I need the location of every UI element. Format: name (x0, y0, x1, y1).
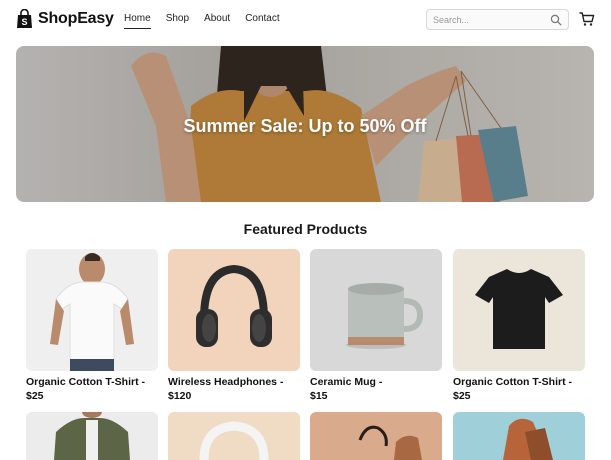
hero-title: Summer Sale: Up to 50% Off (183, 116, 427, 136)
site-header: S ShopEasy Home Shop About Contact (0, 0, 611, 42)
headphones-image (196, 264, 272, 347)
hero-banner[interactable]: Summer Sale: Up to 50% Off (16, 46, 594, 202)
shopping-bag-icon: S (17, 9, 32, 28)
product-price: $120 (168, 390, 192, 402)
product-price: $15 (310, 390, 328, 402)
nav-home[interactable]: Home (124, 13, 151, 29)
tote-bag-image (503, 418, 553, 460)
tshirt-image (475, 269, 563, 349)
bag-image (358, 425, 422, 460)
main-nav: Home Shop About Contact (124, 13, 280, 29)
product-image[interactable] (26, 249, 158, 371)
nav-contact[interactable]: Contact (245, 13, 279, 29)
product-image[interactable] (453, 249, 585, 371)
product-image[interactable] (310, 249, 442, 371)
section-title: Featured Products (243, 221, 368, 237)
mug-image (346, 283, 424, 349)
cart-icon[interactable] (579, 11, 595, 27)
product-image[interactable] (168, 412, 300, 460)
search-icon[interactable] (550, 14, 562, 26)
product-card[interactable]: Organic Cotton T-Shirt - $25 (26, 249, 158, 403)
nav-shop[interactable]: Shop (166, 13, 189, 29)
product-name[interactable]: Wireless Headphones - (168, 376, 300, 389)
nav-about[interactable]: About (204, 13, 230, 29)
product-price: $25 (453, 390, 471, 402)
brand-logo[interactable]: S ShopEasy (16, 9, 114, 29)
jacket-image (54, 412, 130, 460)
white-headphones-image (199, 421, 269, 460)
product-image[interactable] (310, 412, 442, 460)
svg-text:S: S (21, 17, 27, 27)
product-image[interactable] (26, 412, 158, 460)
product-name[interactable]: Organic Cotton T-Shirt - (453, 376, 585, 389)
product-card[interactable]: Wireless Headphones - $120 (168, 249, 300, 403)
product-price: $25 (26, 390, 44, 402)
product-name[interactable]: Organic Cotton T-Shirt - (26, 376, 158, 389)
product-card[interactable]: Ceramic Mug - $15 (310, 249, 442, 403)
search-box (426, 9, 569, 30)
product-image[interactable] (453, 412, 585, 460)
product-name[interactable]: Ceramic Mug - (310, 376, 442, 389)
product-image[interactable] (168, 249, 300, 371)
search-input[interactable] (433, 12, 543, 28)
tshirt-model-image (50, 253, 134, 371)
product-card[interactable]: Organic Cotton T-Shirt - $25 (453, 249, 585, 403)
brand-name: ShopEasy (38, 10, 114, 27)
